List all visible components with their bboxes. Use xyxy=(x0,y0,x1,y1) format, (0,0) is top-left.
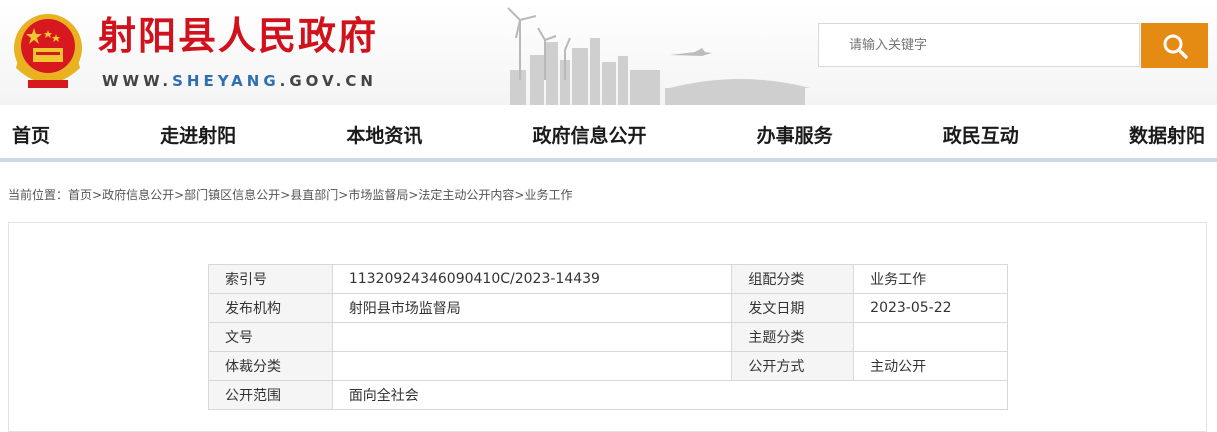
publisher-value: 射阳县市场监督局 xyxy=(331,293,733,323)
breadcrumb-prefix: 当前位置： xyxy=(8,188,69,202)
nav-item-services[interactable]: 办事服务 xyxy=(757,121,833,148)
docno-label: 文号 xyxy=(208,322,333,352)
breadcrumb-separator: > xyxy=(280,188,291,202)
breadcrumb-separator: > xyxy=(92,188,103,202)
breadcrumb-separator: > xyxy=(408,188,419,202)
category-value: 业务工作 xyxy=(853,264,1008,294)
main-nav: 首页 走进射阳 本地资讯 政府信息公开 办事服务 政民互动 数据射阳 xyxy=(0,110,1217,158)
search-button[interactable] xyxy=(1141,23,1208,68)
site-name[interactable]: 射阳县人民政府 xyxy=(98,12,378,60)
breadcrumb-item[interactable]: 政府信息公开 xyxy=(102,188,174,202)
mode-value: 主动公开 xyxy=(853,351,1008,381)
domain-prefix: WWW. xyxy=(102,72,173,90)
search-input[interactable] xyxy=(818,23,1140,67)
table-row: 公开范围 面向全社会 xyxy=(208,380,1009,410)
search-icon xyxy=(1163,34,1188,59)
breadcrumb-separator: > xyxy=(514,188,525,202)
table-row: 索引号 11320924346090410C/2023-14439 组配分类 业… xyxy=(208,264,1008,294)
nav-item-data[interactable]: 数据射阳 xyxy=(1129,121,1205,148)
table-row: 体裁分类 公开方式 主动公开 xyxy=(208,351,1008,381)
breadcrumb-separator: > xyxy=(338,188,349,202)
genre-value xyxy=(331,351,733,381)
nav-divider xyxy=(0,158,1217,162)
table-row: 发布机构 射阳县市场监督局 发文日期 2023-05-22 xyxy=(208,293,1008,323)
breadcrumb-item[interactable]: 市场监督局 xyxy=(348,188,408,202)
table-row: 文号 主题分类 xyxy=(208,322,1008,352)
publisher-label: 发布机构 xyxy=(208,293,333,323)
date-label: 发文日期 xyxy=(731,293,855,323)
domain-highlight: SHEYANG xyxy=(172,72,280,90)
nav-item-about-sheyang[interactable]: 走进射阳 xyxy=(160,121,236,148)
mode-label: 公开方式 xyxy=(731,351,855,381)
docno-value xyxy=(331,322,733,352)
breadcrumb-item[interactable]: 部门镇区信息公开 xyxy=(184,188,280,202)
breadcrumb-item[interactable]: 县直部门 xyxy=(290,188,338,202)
breadcrumb: 当前位置：首页>政府信息公开>部门镇区信息公开>县直部门>市场监督局>法定主动公… xyxy=(8,186,573,203)
index-value: 11320924346090410C/2023-14439 xyxy=(331,264,733,294)
scope-label: 公开范围 xyxy=(208,380,333,410)
nav-item-interaction[interactable]: 政民互动 xyxy=(943,121,1019,148)
national-emblem-icon[interactable] xyxy=(8,10,88,96)
genre-label: 体裁分类 xyxy=(208,351,333,381)
breadcrumb-separator: > xyxy=(174,188,185,202)
breadcrumb-item[interactable]: 法定主动公开内容 xyxy=(418,188,514,202)
topic-label: 主题分类 xyxy=(731,322,855,352)
document-metadata-table: 索引号 11320924346090410C/2023-14439 组配分类 业… xyxy=(208,264,1009,410)
topic-value xyxy=(853,322,1008,352)
nav-item-home[interactable]: 首页 xyxy=(12,121,50,148)
nav-item-gov-info[interactable]: 政府信息公开 xyxy=(532,121,646,148)
nav-item-local-news[interactable]: 本地资讯 xyxy=(346,121,422,148)
domain-suffix: .GOV.CN xyxy=(279,72,377,90)
index-label: 索引号 xyxy=(208,264,333,294)
skyline-illustration xyxy=(507,7,810,105)
date-value: 2023-05-22 xyxy=(853,293,1008,323)
category-label: 组配分类 xyxy=(731,264,855,294)
scope-value: 面向全社会 xyxy=(331,380,1009,410)
breadcrumb-item[interactable]: 首页 xyxy=(68,188,92,202)
site-header: 射阳县人民政府 WWW.SHEYANG.GOV.CN xyxy=(0,0,1217,105)
site-domain: WWW.SHEYANG.GOV.CN xyxy=(102,72,377,90)
breadcrumb-item[interactable]: 业务工作 xyxy=(524,188,572,202)
